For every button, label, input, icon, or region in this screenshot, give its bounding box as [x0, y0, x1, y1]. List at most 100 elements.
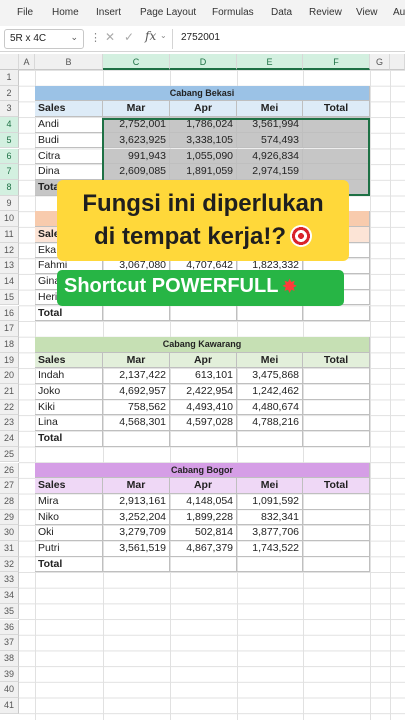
row-header-7[interactable]: 7 — [0, 164, 19, 180]
tab-file[interactable]: File — [17, 7, 33, 18]
row-header-25[interactable]: 25 — [0, 446, 19, 463]
table-cell[interactable]: 4,867,379 — [170, 541, 237, 557]
table-cell[interactable]: 758,562 — [103, 399, 170, 416]
table-cell[interactable]: 4,597,028 — [170, 415, 237, 432]
table-total-cell[interactable] — [237, 431, 303, 447]
row-header-23[interactable]: 23 — [0, 415, 19, 432]
table-total-label[interactable]: Total — [35, 556, 103, 573]
chevron-down-icon[interactable]: ⌄ — [160, 31, 167, 40]
table-header-cell[interactable]: Mei — [237, 352, 303, 369]
row-header-14[interactable]: 14 — [0, 274, 19, 290]
table-title-kawarang[interactable]: Cabang Kawarang — [35, 336, 370, 353]
table-cell[interactable]: Oki — [35, 525, 103, 541]
row-header-5[interactable]: 5 — [0, 132, 19, 149]
table-header-cell[interactable]: Apr — [170, 101, 237, 118]
table-total-cell[interactable] — [303, 556, 370, 573]
table-cell[interactable]: Joko — [35, 384, 103, 400]
tab-page-layout[interactable]: Page Layout — [140, 7, 196, 18]
row-header-13[interactable]: 13 — [0, 258, 19, 275]
table-header-cell[interactable]: Mei — [237, 478, 303, 494]
table-cell[interactable]: 1,091,592 — [237, 493, 303, 510]
row-header-40[interactable]: 40 — [0, 682, 19, 698]
table-cell[interactable]: 3,561,519 — [103, 541, 170, 557]
table-title-bekasi[interactable]: Cabang Bekasi — [35, 85, 370, 102]
row-header-27[interactable]: 27 — [0, 478, 19, 494]
table-header-cell[interactable]: Sales — [35, 478, 103, 494]
row-header-30[interactable]: 30 — [0, 525, 19, 541]
tab-formulas[interactable]: Formulas — [212, 7, 254, 18]
table-header-cell[interactable]: Apr — [170, 478, 237, 494]
table-title-bogor[interactable]: Cabang Bogor — [35, 462, 370, 479]
more-icon[interactable]: ⋮ — [90, 31, 101, 44]
column-header-b[interactable]: B — [35, 54, 103, 70]
table-cell[interactable] — [303, 525, 370, 541]
table-cell[interactable]: Dina — [35, 164, 103, 180]
table-header-cell[interactable]: Apr — [170, 352, 237, 369]
row-header-9[interactable]: 9 — [0, 195, 19, 212]
table-cell[interactable]: Putri — [35, 541, 103, 557]
table-total-cell[interactable] — [103, 556, 170, 573]
row-header-19[interactable]: 19 — [0, 352, 19, 369]
table-cell[interactable] — [303, 415, 370, 432]
table-cell[interactable]: 4,692,957 — [103, 384, 170, 400]
row-header-41[interactable]: 41 — [0, 698, 19, 714]
row-header-12[interactable]: 12 — [0, 242, 19, 259]
tab-data[interactable]: Data — [271, 7, 292, 18]
row-header-4[interactable]: 4 — [0, 117, 19, 133]
row-header-37[interactable]: 37 — [0, 635, 19, 651]
table-header-cell[interactable]: Mei — [237, 101, 303, 118]
table-cell[interactable]: Kiki — [35, 399, 103, 416]
table-cell[interactable]: 4,480,674 — [237, 399, 303, 416]
table-total-cell[interactable] — [170, 431, 237, 447]
table-header-cell[interactable]: Sales — [35, 101, 103, 118]
table-cell[interactable]: Andi — [35, 117, 103, 133]
table-cell[interactable]: Niko — [35, 509, 103, 526]
column-header-h[interactable] — [390, 54, 405, 70]
table-total-cell[interactable] — [103, 305, 170, 322]
table-cell[interactable]: Budi — [35, 132, 103, 149]
column-header-a[interactable]: A — [19, 54, 35, 70]
column-header-e[interactable]: E — [237, 54, 303, 70]
table-cell[interactable] — [303, 368, 370, 384]
row-header-10[interactable]: 10 — [0, 211, 19, 227]
row-header-26[interactable]: 26 — [0, 462, 19, 479]
table-total-cell[interactable] — [237, 305, 303, 322]
table-header-cell[interactable]: Sales — [35, 352, 103, 369]
tab-automate[interactable]: Au — [393, 7, 405, 18]
table-cell[interactable]: 2,422,954 — [170, 384, 237, 400]
table-cell[interactable]: 3,561,994 — [237, 117, 303, 133]
table-cell[interactable]: 1,743,522 — [237, 541, 303, 557]
table-cell[interactable]: 1,242,462 — [237, 384, 303, 400]
name-box[interactable]: 5R x 4C ⌄ — [4, 29, 84, 49]
table-cell[interactable]: 2,974,159 — [237, 164, 303, 180]
table-cell[interactable]: 3,338,105 — [170, 132, 237, 149]
table-cell[interactable]: 991,943 — [103, 148, 170, 165]
row-header-35[interactable]: 35 — [0, 603, 19, 620]
table-cell[interactable] — [303, 148, 370, 165]
row-header-11[interactable]: 11 — [0, 227, 19, 243]
row-header-18[interactable]: 18 — [0, 336, 19, 353]
column-header-d[interactable]: D — [170, 54, 237, 70]
column-header-f[interactable]: F — [303, 54, 370, 70]
column-header-c[interactable]: C — [103, 54, 170, 70]
row-header-2[interactable]: 2 — [0, 85, 19, 102]
table-cell[interactable]: 502,814 — [170, 525, 237, 541]
row-header-22[interactable]: 22 — [0, 399, 19, 416]
row-header-21[interactable]: 21 — [0, 384, 19, 400]
table-cell[interactable]: 2,913,161 — [103, 493, 170, 510]
row-header-33[interactable]: 33 — [0, 572, 19, 589]
table-cell[interactable]: 613,101 — [170, 368, 237, 384]
table-total-cell[interactable] — [170, 305, 237, 322]
table-cell[interactable]: 3,877,706 — [237, 525, 303, 541]
table-total-cell[interactable] — [237, 556, 303, 573]
table-header-cell[interactable]: Mar — [103, 352, 170, 369]
table-cell[interactable]: 1,899,228 — [170, 509, 237, 526]
row-header-28[interactable]: 28 — [0, 493, 19, 510]
table-cell[interactable]: 4,493,410 — [170, 399, 237, 416]
row-header-16[interactable]: 16 — [0, 305, 19, 322]
row-header-1[interactable]: 1 — [0, 70, 19, 86]
table-total-label[interactable]: Total — [35, 431, 103, 447]
tab-view[interactable]: View — [356, 7, 378, 18]
table-cell[interactable] — [303, 132, 370, 149]
cancel-icon[interactable]: ✕ — [105, 30, 115, 44]
